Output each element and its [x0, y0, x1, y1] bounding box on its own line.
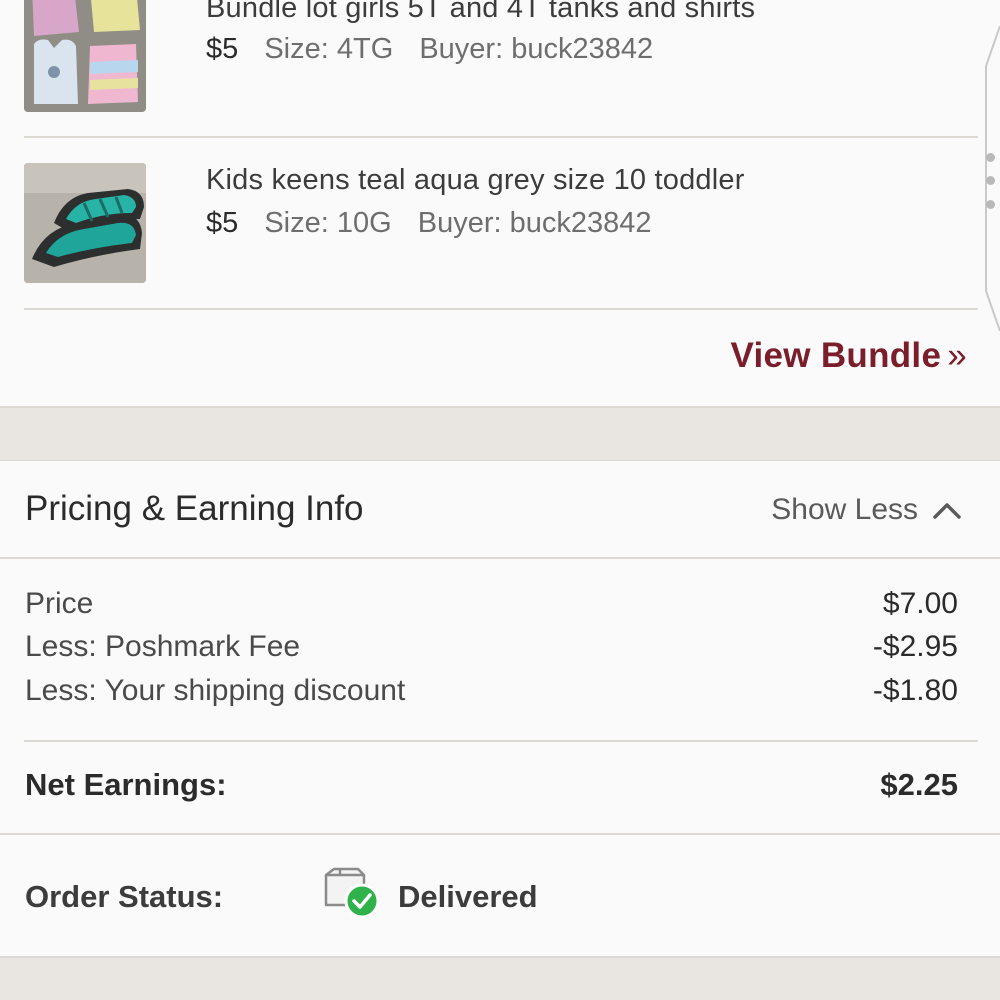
list-item[interactable]: Kids keens teal aqua grey size 10 toddle…: [0, 138, 980, 308]
item-price: $5: [206, 33, 239, 65]
row-amount: $7.00: [882, 587, 958, 620]
order-status-value: Delivered: [398, 879, 538, 914]
item-buyer: Buyer: buck23842: [419, 33, 654, 65]
double-chevron-right-icon: »: [947, 336, 967, 375]
price-row: Price $7.00: [25, 587, 958, 621]
divider: [0, 833, 1000, 835]
poshmark-fee-row: Less: Poshmark Fee -$2.95: [25, 630, 958, 664]
item-meta: $5 Size: 4TG Buyer: buck23842: [206, 33, 653, 66]
view-bundle-label: View Bundle: [730, 336, 942, 375]
row-label: Price: [25, 587, 94, 620]
divider: [24, 308, 978, 310]
row-amount: -$1.80: [872, 674, 958, 707]
item-meta: $5 Size: 10G Buyer: buck23842: [206, 207, 652, 240]
item-thumbnail[interactable]: [24, 163, 146, 283]
section-title: Pricing & Earning Info: [25, 489, 364, 528]
bundle-items-card: Bundle lot girls 5T and 4T tanks and shi…: [0, 0, 1000, 408]
item-price: $5: [206, 207, 239, 239]
delivered-box-check-icon: [324, 867, 380, 919]
section-header: Pricing & Earning Info Show Less: [0, 461, 1000, 559]
item-thumbnail[interactable]: [24, 0, 146, 112]
net-earnings-amount: $2.25: [880, 767, 958, 802]
show-less-toggle[interactable]: Show Less: [771, 493, 962, 527]
item-title[interactable]: Kids keens teal aqua grey size 10 toddle…: [206, 164, 745, 197]
chevron-up-icon: [933, 503, 961, 519]
row-label: Less: Poshmark Fee: [25, 630, 301, 663]
item-size: Size: 10G: [264, 207, 392, 239]
show-less-label: Show Less: [771, 493, 918, 526]
net-earnings-row: Net Earnings: $2.25: [25, 767, 958, 803]
item-buyer: Buyer: buck23842: [417, 207, 652, 239]
row-amount: -$2.95: [872, 630, 958, 663]
view-bundle-link[interactable]: View Bundle»: [730, 336, 967, 376]
net-earnings-label: Net Earnings:: [25, 767, 227, 802]
list-item[interactable]: Bundle lot girls 5T and 4T tanks and shi…: [0, 0, 980, 136]
row-label: Less: Your shipping discount: [25, 674, 406, 707]
pricing-earning-card: Pricing & Earning Info Show Less Price $…: [0, 460, 1000, 958]
item-title[interactable]: Bundle lot girls 5T and 4T tanks and shi…: [206, 0, 755, 25]
order-status-label: Order Status:: [25, 879, 224, 914]
divider: [24, 740, 978, 742]
item-size: Size: 4TG: [264, 33, 394, 65]
shipping-discount-row: Less: Your shipping discount -$1.80: [25, 674, 958, 708]
